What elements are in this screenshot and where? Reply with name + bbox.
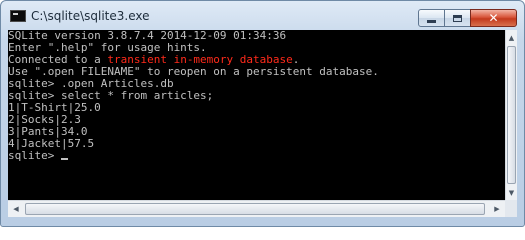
console-icon[interactable] (10, 10, 26, 22)
scroll-up-button[interactable]: ▲ (506, 30, 517, 45)
prompt-text: sqlite> (8, 149, 61, 162)
scroll-left-button[interactable]: ◀ (8, 201, 24, 217)
console-output[interactable]: SQLite version 3.8.7.4 2014-12-09 01:34:… (8, 30, 505, 200)
scroll-down-button[interactable]: ▼ (506, 185, 517, 200)
horizontal-scrollbar[interactable]: ◀ ▶ (8, 200, 505, 217)
scroll-right-button[interactable]: ▶ (489, 201, 505, 217)
window-title: C:\sqlite\sqlite3.exe (31, 9, 150, 23)
arrow-down-icon: ▼ (508, 188, 515, 197)
close-button[interactable]: ✕ (470, 9, 517, 27)
result-row: 4|Jacket|57.5 (8, 137, 95, 150)
maximize-button[interactable] (444, 9, 471, 27)
size-grip[interactable] (505, 200, 517, 217)
minimize-icon (427, 19, 436, 23)
vertical-scroll-thumb[interactable] (507, 46, 516, 184)
maximize-icon (453, 14, 462, 22)
horizontal-scroll-thumb[interactable] (25, 203, 485, 215)
close-icon: ✕ (488, 11, 499, 25)
title-bar[interactable]: C:\sqlite\sqlite3.exe ✕ (1, 1, 524, 31)
result-row: 1|T-Shirt|25.0 (8, 101, 101, 114)
arrow-up-icon: ▲ (508, 33, 515, 42)
vertical-scrollbar[interactable]: ▲ ▼ (505, 30, 517, 200)
arrow-right-icon: ▶ (494, 205, 500, 213)
minimize-button[interactable] (418, 9, 445, 27)
prompt-line[interactable]: sqlite> (8, 150, 505, 162)
text-cursor (60, 158, 68, 160)
arrow-left-icon: ◀ (13, 205, 19, 213)
